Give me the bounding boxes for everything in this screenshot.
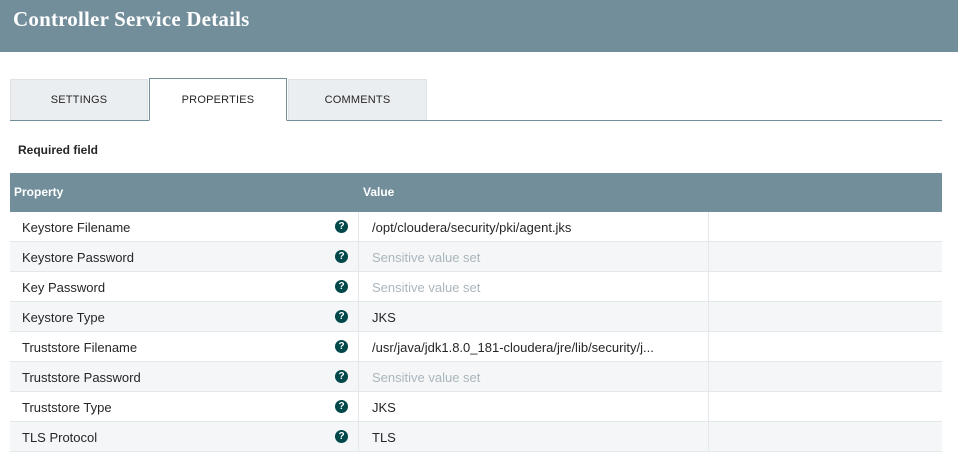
tab-properties[interactable]: PROPERTIES (149, 78, 287, 121)
question-circle-icon[interactable]: ? (335, 250, 348, 263)
question-circle-icon[interactable]: ? (335, 310, 348, 323)
dialog-header: Controller Service Details (0, 0, 958, 52)
table-row[interactable]: Keystore Type ? JKS (10, 302, 942, 332)
row-actions-cell (709, 362, 942, 392)
question-circle-icon[interactable]: ? (335, 400, 348, 413)
column-divider (358, 422, 359, 452)
row-actions-cell (709, 272, 942, 302)
tab-settings[interactable]: SETTINGS (10, 79, 148, 120)
column-divider (358, 272, 359, 302)
table-row[interactable]: TLS Protocol ? TLS (10, 422, 942, 452)
table-row[interactable]: Keystore Filename ? /opt/cloudera/securi… (10, 212, 942, 242)
property-value[interactable]: Sensitive value set (372, 280, 707, 295)
column-divider (358, 212, 359, 242)
row-actions-cell (709, 422, 942, 452)
column-divider (358, 242, 359, 272)
table-body: Keystore Filename ? /opt/cloudera/securi… (10, 212, 942, 452)
column-header-property[interactable]: Property (14, 185, 63, 199)
properties-table: Property Value Keystore Filename ? /opt/… (10, 173, 942, 452)
dialog-title: Controller Service Details (13, 7, 250, 31)
row-actions-cell (709, 392, 942, 422)
column-header-value[interactable]: Value (363, 185, 394, 199)
required-field-label: Required field (18, 143, 99, 157)
table-row[interactable]: Key Password ? Sensitive value set (10, 272, 942, 302)
table-header: Property Value (10, 173, 942, 212)
question-circle-icon[interactable]: ? (335, 220, 348, 233)
question-circle-icon[interactable]: ? (335, 370, 348, 383)
property-name: TLS Protocol (22, 430, 98, 445)
question-circle-icon[interactable]: ? (335, 430, 348, 443)
table-row[interactable]: Truststore Type ? JKS (10, 392, 942, 422)
row-actions-cell (709, 302, 942, 332)
property-value[interactable]: TLS (372, 430, 707, 445)
property-name: Truststore Password (22, 370, 141, 385)
table-row[interactable]: Keystore Password ? Sensitive value set (10, 242, 942, 272)
property-name: Keystore Filename (22, 220, 131, 235)
property-value[interactable]: JKS (372, 400, 707, 415)
table-row[interactable]: Truststore Password ? Sensitive value se… (10, 362, 942, 392)
property-name: Truststore Type (22, 400, 112, 415)
column-divider (358, 332, 359, 362)
row-actions-cell (709, 212, 942, 242)
property-value[interactable]: Sensitive value set (372, 370, 707, 385)
property-value[interactable]: /usr/java/jdk1.8.0_181-cloudera/jre/lib/… (372, 340, 707, 355)
tab-bar: SETTINGS PROPERTIES COMMENTS (10, 78, 942, 121)
question-circle-icon[interactable]: ? (335, 340, 348, 353)
row-actions-cell (709, 332, 942, 362)
property-value[interactable]: JKS (372, 310, 707, 325)
tab-comments[interactable]: COMMENTS (288, 79, 427, 120)
column-divider (358, 302, 359, 332)
property-value[interactable]: /opt/cloudera/security/pki/agent.jks (372, 220, 707, 235)
property-name: Keystore Type (22, 310, 105, 325)
property-value[interactable]: Sensitive value set (372, 250, 707, 265)
property-name: Truststore Filename (22, 340, 138, 355)
property-name: Key Password (22, 280, 106, 295)
table-row[interactable]: Truststore Filename ? /usr/java/jdk1.8.0… (10, 332, 942, 362)
property-name: Keystore Password (22, 250, 134, 265)
column-divider (358, 362, 359, 392)
column-divider (358, 392, 359, 422)
question-circle-icon[interactable]: ? (335, 280, 348, 293)
row-actions-cell (709, 242, 942, 272)
